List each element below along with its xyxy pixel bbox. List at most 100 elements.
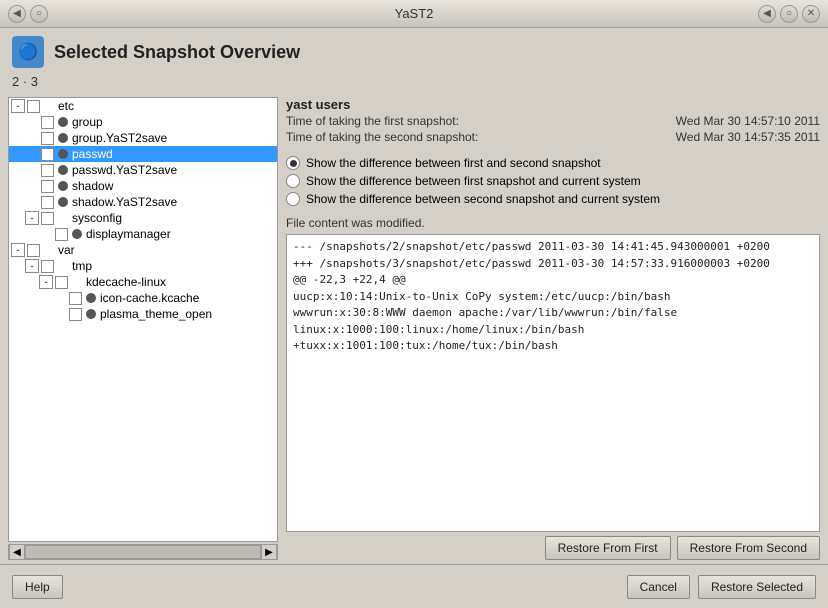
- tree-toggle[interactable]: -: [11, 243, 25, 257]
- tree-dot: [58, 149, 68, 159]
- tree-checkbox[interactable]: [41, 164, 54, 177]
- tree-checkbox[interactable]: [55, 276, 68, 289]
- restore-from-first-button[interactable]: Restore From First: [545, 536, 671, 560]
- tree-label: passwd.YaST2save: [72, 163, 177, 177]
- tree-checkbox[interactable]: [27, 100, 40, 113]
- file-tree[interactable]: - etc group group.YaST2save x passwd passw…: [8, 97, 278, 542]
- tree-item[interactable]: group.YaST2save: [9, 130, 277, 146]
- radio-item[interactable]: Show the difference between first snapsh…: [286, 174, 820, 188]
- tree-dot: [86, 309, 96, 319]
- info-section: yast users Time of taking the first snap…: [286, 97, 820, 146]
- radio-circle[interactable]: [286, 174, 300, 188]
- tree-dot: [58, 117, 68, 127]
- tree-checkbox[interactable]: [41, 212, 54, 225]
- radio-item[interactable]: Show the difference between second snaps…: [286, 192, 820, 206]
- footer-left: Help: [12, 575, 63, 599]
- tree-toggle[interactable]: -: [25, 211, 39, 225]
- tree-label: shadow.YaST2save: [72, 195, 177, 209]
- tree-checkbox[interactable]: [55, 228, 68, 241]
- scroll-track[interactable]: [25, 545, 261, 559]
- breadcrumb: 2 · 3: [0, 72, 828, 93]
- tree-dot: [58, 181, 68, 191]
- tree-indent: [25, 227, 39, 241]
- tree-label: passwd: [72, 147, 113, 161]
- win-btn-1[interactable]: ◀: [8, 5, 26, 23]
- tree-label: kdecache-linux: [86, 275, 166, 289]
- app-icon: 🔵: [12, 36, 44, 68]
- tree-item[interactable]: -var: [9, 242, 277, 258]
- tree-checkbox[interactable]: [41, 260, 54, 273]
- radio-label: Show the difference between first snapsh…: [306, 174, 641, 188]
- tree-label: shadow: [72, 179, 113, 193]
- tree-toggle[interactable]: -: [25, 259, 39, 273]
- tree-label: group.YaST2save: [72, 131, 167, 145]
- tree-indent: [11, 147, 25, 161]
- second-snapshot-value: Wed Mar 30 14:57:35 2011: [676, 130, 820, 144]
- restore-selected-button[interactable]: Restore Selected: [698, 575, 816, 599]
- radio-circle[interactable]: [286, 192, 300, 206]
- right-panel: yast users Time of taking the first snap…: [278, 97, 820, 560]
- win-btn-2[interactable]: ○: [30, 5, 48, 23]
- restore-from-second-button[interactable]: Restore From Second: [677, 536, 820, 560]
- title-bar-right: ◀ ○ ✕: [758, 5, 820, 23]
- tree-item[interactable]: plasma_theme_open: [9, 306, 277, 322]
- tree-item[interactable]: - etc: [9, 98, 277, 114]
- main-content: - etc group group.YaST2save x passwd passw…: [0, 93, 828, 564]
- cancel-button[interactable]: Cancel: [627, 575, 690, 599]
- tree-item[interactable]: icon-cache.kcache: [9, 290, 277, 306]
- tree-dot: [86, 293, 96, 303]
- tree-checkbox[interactable]: [69, 292, 82, 305]
- second-snapshot-label: Time of taking the second snapshot:: [286, 130, 478, 144]
- scroll-left-arrow[interactable]: ◀: [9, 544, 25, 560]
- tree-checkbox[interactable]: [41, 116, 54, 129]
- tree-toggle[interactable]: -: [39, 275, 53, 289]
- help-button[interactable]: Help: [12, 575, 63, 599]
- tree-toggle[interactable]: -: [11, 99, 25, 113]
- tree-checkbox[interactable]: [27, 244, 40, 257]
- tree-label: group: [72, 115, 103, 129]
- diff-line: --- /snapshots/2/snapshot/etc/passwd 201…: [293, 239, 813, 256]
- tree-item[interactable]: displaymanager: [9, 226, 277, 242]
- win-btn-close[interactable]: ✕: [802, 5, 820, 23]
- tree-indent: [39, 307, 53, 321]
- win-btn-3[interactable]: ◀: [758, 5, 776, 23]
- tree-checkbox[interactable]: [41, 132, 54, 145]
- win-btn-4[interactable]: ○: [780, 5, 798, 23]
- tree-indent: [11, 179, 25, 193]
- section-title: yast users: [286, 97, 820, 112]
- title-bar-left: ◀ ○: [8, 5, 48, 23]
- radio-label: Show the difference between first and se…: [306, 156, 601, 170]
- radio-circle[interactable]: [286, 156, 300, 170]
- scroll-right-arrow[interactable]: ▶: [261, 544, 277, 560]
- tree-checkbox[interactable]: [41, 196, 54, 209]
- tree-item[interactable]: shadow: [9, 178, 277, 194]
- radio-item[interactable]: Show the difference between first and se…: [286, 156, 820, 170]
- tree-indent: [11, 259, 25, 273]
- radio-label: Show the difference between second snaps…: [306, 192, 660, 206]
- app-title: Selected Snapshot Overview: [54, 42, 300, 63]
- tree-item[interactable]: shadow.YaST2save: [9, 194, 277, 210]
- tree-indent: [39, 291, 53, 305]
- footer-right: Cancel Restore Selected: [627, 575, 816, 599]
- diff-line: uucp:x:10:14:Unix-to-Unix CoPy system:/e…: [293, 289, 813, 306]
- left-panel: - etc group group.YaST2save x passwd passw…: [8, 97, 278, 560]
- tree-item[interactable]: group: [9, 114, 277, 130]
- tree-checkbox[interactable]: x: [41, 148, 54, 161]
- window-title: YaST2: [395, 6, 434, 21]
- tree-label: displaymanager: [86, 227, 171, 241]
- tree-label: etc: [58, 99, 74, 113]
- tree-checkbox[interactable]: [69, 308, 82, 321]
- radio-group: Show the difference between first and se…: [286, 156, 820, 210]
- tree-item[interactable]: x passwd: [9, 146, 277, 162]
- tree-item[interactable]: passwd.YaST2save: [9, 162, 277, 178]
- second-snapshot-row: Time of taking the second snapshot: Wed …: [286, 130, 820, 144]
- horizontal-scrollbar[interactable]: ◀ ▶: [8, 544, 278, 560]
- tree-indent: [11, 163, 25, 177]
- tree-item[interactable]: -sysconfig: [9, 210, 277, 226]
- restore-buttons: Restore From First Restore From Second: [286, 536, 820, 560]
- tree-label: icon-cache.kcache: [100, 291, 199, 305]
- tree-indent: [11, 195, 25, 209]
- tree-item[interactable]: - kdecache-linux: [9, 274, 277, 290]
- tree-item[interactable]: -tmp: [9, 258, 277, 274]
- tree-checkbox[interactable]: [41, 180, 54, 193]
